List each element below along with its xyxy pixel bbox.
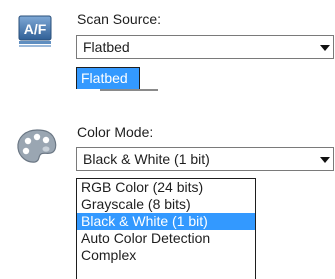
svg-text:A/F: A/F [24,21,47,37]
scan-source-label: Scan Source: [77,11,162,27]
scan-source-option-flatbed[interactable]: Flatbed [77,68,139,89]
color-mode-dropdown: RGB Color (24 bits) Grayscale (8 bits) B… [76,178,256,279]
color-mode-option-complex[interactable]: Complex [77,247,255,264]
scan-source-value: Flatbed [83,39,130,55]
scan-source-dropdown: Flatbed [76,67,140,89]
color-mode-option-black-white[interactable]: Black & White (1 bit) [77,213,255,230]
hidden-control-edge [100,89,160,93]
palette-icon [16,128,58,166]
color-mode-option-grayscale[interactable]: Grayscale (8 bits) [77,196,255,213]
color-mode-option-rgb[interactable]: RGB Color (24 bits) [77,179,255,196]
scanner-af-icon: A/F [18,15,54,49]
chevron-down-icon[interactable] [320,157,330,163]
scan-source-select[interactable]: Flatbed [76,35,334,59]
chevron-down-icon[interactable] [320,45,330,51]
color-mode-label: Color Mode: [77,124,154,140]
color-mode-value: Black & White (1 bit) [83,151,210,167]
color-mode-option-auto-detect[interactable]: Auto Color Detection [77,230,255,247]
color-mode-select[interactable]: Black & White (1 bit) [76,147,334,171]
